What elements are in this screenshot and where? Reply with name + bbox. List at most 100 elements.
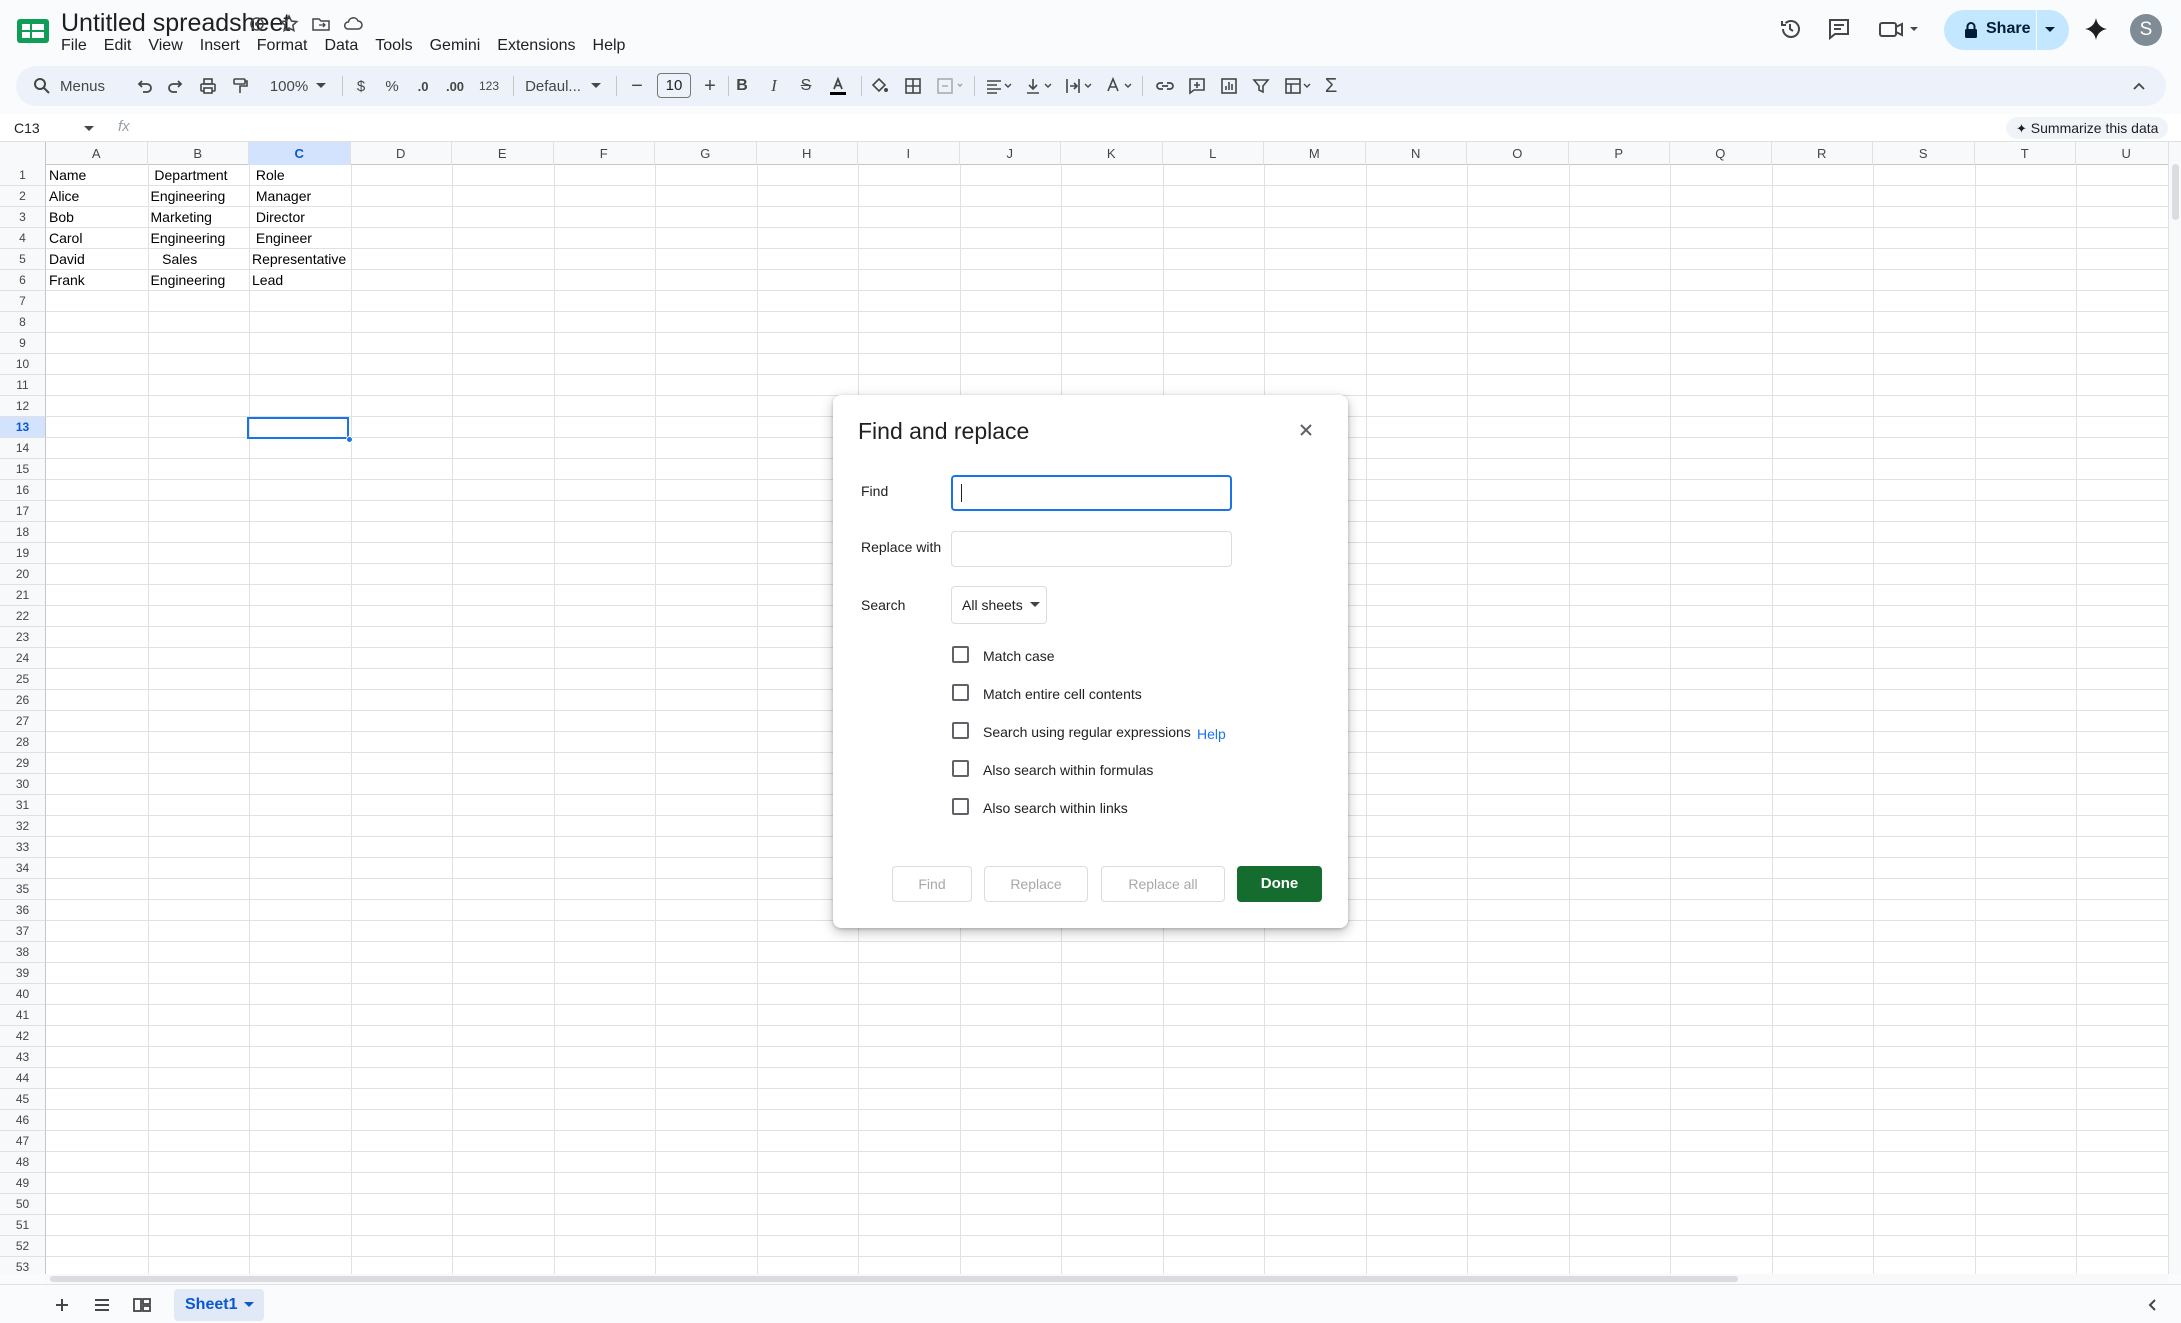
print-icon[interactable] xyxy=(196,74,220,98)
menu-help[interactable]: Help xyxy=(593,35,634,57)
cell-c5[interactable]: Representative xyxy=(252,249,346,270)
row-header[interactable]: 7 xyxy=(0,291,46,312)
cell-b3[interactable]: Marketing xyxy=(151,207,212,228)
italic-button[interactable]: I xyxy=(756,74,792,98)
menu-file[interactable]: File xyxy=(61,35,95,57)
redo-icon[interactable] xyxy=(164,74,188,98)
row-header[interactable]: 13 xyxy=(0,417,46,438)
badge-icon[interactable] xyxy=(246,13,268,35)
cell-c1[interactable]: Role xyxy=(252,165,285,186)
column-header-e[interactable]: E xyxy=(452,142,554,165)
row-header[interactable]: 50 xyxy=(0,1194,46,1215)
cell-a6[interactable]: Frank xyxy=(49,270,85,291)
account-avatar[interactable]: S xyxy=(2130,14,2162,46)
row-header[interactable]: 36 xyxy=(0,900,46,921)
name-box-dropdown-icon[interactable] xyxy=(84,126,94,132)
version-history-icon[interactable] xyxy=(1775,14,1805,44)
side-panel-toggle-icon[interactable] xyxy=(2141,1293,2165,1317)
sheet-tab-dropdown-icon[interactable] xyxy=(244,1289,254,1308)
row-header[interactable]: 28 xyxy=(0,732,46,753)
column-header-b[interactable]: B xyxy=(148,142,249,165)
column-header-j[interactable]: J xyxy=(960,142,1061,165)
row-header[interactable]: 52 xyxy=(0,1236,46,1257)
replace-all-button[interactable]: Replace all xyxy=(1101,866,1225,902)
match-case-checkbox[interactable] xyxy=(952,646,969,663)
text-color-icon[interactable] xyxy=(820,74,856,98)
row-header[interactable]: 12 xyxy=(0,396,46,417)
column-header-k[interactable]: K xyxy=(1061,142,1163,165)
row-header[interactable]: 34 xyxy=(0,858,46,879)
comments-icon[interactable] xyxy=(1824,14,1854,44)
strikethrough-button[interactable]: S xyxy=(788,74,824,98)
menu-tools[interactable]: Tools xyxy=(375,35,420,57)
cell-a2[interactable]: Alice xyxy=(49,186,79,207)
row-header[interactable]: 3 xyxy=(0,207,46,228)
row-header[interactable]: 43 xyxy=(0,1047,46,1068)
font-size-decrease-button[interactable]: − xyxy=(625,74,649,98)
vertical-scroll-thumb[interactable] xyxy=(2172,164,2179,220)
menu-edit[interactable]: Edit xyxy=(104,35,140,57)
cell-a4[interactable]: Carol xyxy=(49,228,82,249)
row-header[interactable]: 17 xyxy=(0,501,46,522)
row-header[interactable]: 2 xyxy=(0,186,46,207)
share-dropdown-icon[interactable] xyxy=(2044,26,2056,34)
summarize-data-button[interactable]: ✦ Summarize this data xyxy=(2006,117,2169,139)
menu-view[interactable]: View xyxy=(148,35,190,57)
row-header[interactable]: 27 xyxy=(0,711,46,732)
replace-button[interactable]: Replace xyxy=(984,866,1088,902)
horizontal-scrollbar[interactable] xyxy=(46,1274,2168,1284)
row-header[interactable]: 5 xyxy=(0,249,46,270)
replace-input[interactable] xyxy=(951,531,1232,567)
row-header[interactable]: 15 xyxy=(0,459,46,480)
cell-a1[interactable]: Name xyxy=(49,165,86,186)
number-format-button[interactable]: 123 xyxy=(472,74,506,98)
bold-button[interactable]: B xyxy=(724,74,760,98)
row-header[interactable]: 6 xyxy=(0,270,46,291)
row-header[interactable]: 4 xyxy=(0,228,46,249)
row-header[interactable]: 41 xyxy=(0,1005,46,1026)
column-header-s[interactable]: S xyxy=(1873,142,1975,165)
insert-chart-icon[interactable] xyxy=(1214,74,1244,98)
cell-b2[interactable]: Engineering xyxy=(151,186,226,207)
column-header-f[interactable]: F xyxy=(554,142,655,165)
collapse-toolbar-icon[interactable] xyxy=(2126,74,2152,98)
menu-extensions[interactable]: Extensions xyxy=(497,35,583,57)
horizontal-scroll-thumb[interactable] xyxy=(50,1276,1738,1282)
text-wrapping-icon[interactable] xyxy=(1060,74,1098,98)
column-header-h[interactable]: H xyxy=(757,142,858,165)
cell-b4[interactable]: Engineering xyxy=(151,228,226,249)
fill-color-icon[interactable] xyxy=(864,74,894,98)
name-box[interactable]: C13 xyxy=(14,120,40,136)
cell-a5[interactable]: David xyxy=(49,249,85,270)
increase-decimal-button[interactable]: .00 xyxy=(438,74,472,98)
cell-b6[interactable]: Engineering xyxy=(151,270,226,291)
row-header[interactable]: 23 xyxy=(0,627,46,648)
menu-insert[interactable]: Insert xyxy=(200,35,248,57)
add-sheet-icon[interactable] xyxy=(50,1293,74,1317)
all-sheets-icon[interactable] xyxy=(90,1293,114,1317)
row-header[interactable]: 11 xyxy=(0,375,46,396)
row-header[interactable]: 49 xyxy=(0,1173,46,1194)
close-icon[interactable] xyxy=(1295,419,1317,441)
cell-c6[interactable]: Lead xyxy=(252,270,283,291)
table-view-icon[interactable] xyxy=(1278,74,1318,98)
column-header-g[interactable]: G xyxy=(655,142,757,165)
row-header[interactable]: 16 xyxy=(0,480,46,501)
column-header-l[interactable]: L xyxy=(1163,142,1264,165)
row-header[interactable]: 48 xyxy=(0,1152,46,1173)
paint-format-icon[interactable] xyxy=(228,74,252,98)
find-button[interactable]: Find xyxy=(892,866,972,902)
sheet-tab-sheet1[interactable]: Sheet1 xyxy=(174,1289,264,1321)
select-all-corner[interactable] xyxy=(0,142,46,165)
row-header[interactable]: 46 xyxy=(0,1110,46,1131)
insert-comment-icon[interactable] xyxy=(1182,74,1212,98)
column-header-a[interactable]: A xyxy=(46,142,148,165)
column-header-o[interactable]: O xyxy=(1467,142,1569,165)
row-header[interactable]: 33 xyxy=(0,837,46,858)
merge-cells-icon[interactable] xyxy=(930,74,970,98)
row-header[interactable]: 19 xyxy=(0,543,46,564)
borders-icon[interactable] xyxy=(898,74,928,98)
done-button[interactable]: Done xyxy=(1237,866,1322,902)
meet-icon[interactable] xyxy=(1876,14,1922,44)
zoom-select[interactable]: 100% xyxy=(262,74,334,98)
